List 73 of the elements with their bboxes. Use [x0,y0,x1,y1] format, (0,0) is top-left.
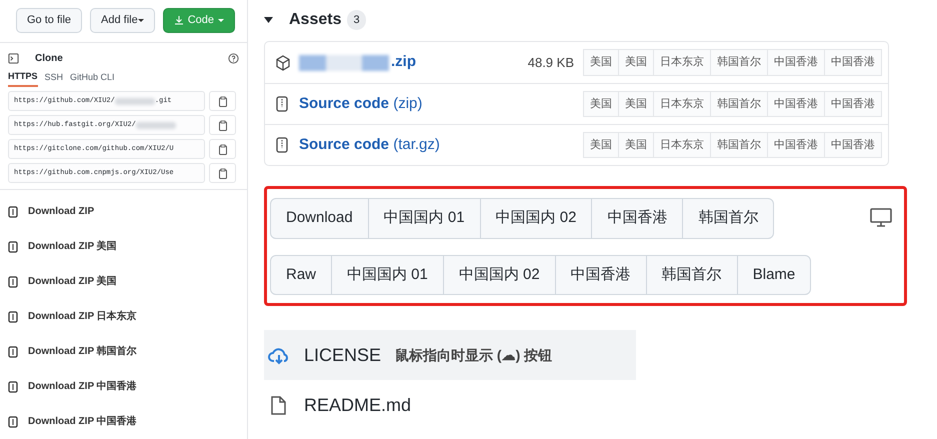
mirror-button[interactable]: 美国 [583,90,619,118]
assets-count: 3 [347,10,366,30]
file-name-link[interactable]: LICENSE [304,342,382,368]
download-icon [174,15,184,26]
clipboard-icon [218,144,228,154]
monitor-icon[interactable] [870,208,892,228]
mirror-button[interactable]: 美国 [618,132,654,158]
download-zip-link[interactable]: Download ZIP 中国香港 [28,414,137,429]
download-zip-link[interactable]: Download ZIP 美国 [28,274,117,289]
mirror-button[interactable]: 美国 [583,49,619,76]
clipboard-icon [218,120,228,130]
mirror-button[interactable]: 美国 [583,132,619,158]
clone-title: Clone [35,52,63,66]
zip-icon [8,380,18,392]
download-zip-link[interactable]: Download ZIP 美国 [28,239,117,254]
mirror-button[interactable]: 韩国首尔 [710,49,768,76]
copy-button[interactable] [209,163,236,183]
asset-link[interactable]: Source code (tar.gz) [299,134,440,156]
clipboard-icon [218,96,228,106]
toolbar-button[interactable]: Go to file [16,8,82,32]
zip-icon [8,310,18,322]
mirror-button[interactable]: 日本东京 [653,90,711,118]
download-zip-link[interactable]: Download ZIP 中国香港 [28,379,137,394]
copy-button[interactable] [209,139,236,159]
asset-link[interactable]: Source code (zip) [299,92,422,116]
terminal-icon [8,52,19,64]
mirror-button[interactable]: 中国香港 [767,132,825,158]
copy-button[interactable] [209,91,236,111]
file-button[interactable]: 韩国首尔 [682,198,774,238]
mirror-button[interactable]: 美国 [618,49,654,76]
mirror-button[interactable]: 中国香港 [824,132,882,158]
cloud-download-icon[interactable] [268,346,290,364]
file-button[interactable]: 中国香港 [554,254,647,295]
zip-icon [8,276,18,288]
mirror-button[interactable]: 韩国首尔 [710,132,768,158]
zip-icon [8,346,18,358]
caret-icon[interactable] [264,17,273,23]
copy-button[interactable] [209,115,236,135]
hint-text: 鼠标指向时显示 (☁) 按钮 [395,346,552,365]
download-zip-link[interactable]: Download ZIP 日本东京 [28,309,137,324]
help-icon[interactable] [228,52,239,64]
zip-icon [8,240,18,252]
mirror-button[interactable]: 中国香港 [824,90,882,118]
clone-tab[interactable]: SSH [44,70,64,87]
download-zip-link[interactable]: Download ZIP [28,204,94,219]
asset-link[interactable]: .zip [391,51,416,74]
clone-tab[interactable]: HTTPS [8,70,38,87]
file-name-link[interactable]: README.md [304,392,412,418]
zip-icon [8,206,18,218]
zip-icon [8,416,18,428]
file-size: 48.9 KB [528,54,574,72]
mirror-button[interactable]: 中国香港 [767,90,825,118]
file-button[interactable]: 中国国内 01 [331,254,444,295]
mirror-button[interactable]: 美国 [618,90,654,118]
file-button[interactable]: Raw [270,254,332,295]
mirror-button[interactable]: 中国香港 [824,49,882,76]
file-button[interactable]: 中国国内 02 [442,254,556,295]
file-button[interactable]: Blame [736,254,812,295]
toolbar-button[interactable]: Add file [90,8,155,32]
clipboard-icon [218,168,228,178]
mirror-button[interactable]: 日本东京 [653,132,711,158]
file-button[interactable]: 中国国内 01 [368,198,481,238]
file-button[interactable]: 中国香港 [591,198,684,238]
mirror-button[interactable]: 中国香港 [767,49,825,76]
file-button[interactable]: 韩国首尔 [646,254,738,295]
assets-title: Assets [289,10,342,30]
mirror-button[interactable]: 日本东京 [653,49,711,76]
download-zip-link[interactable]: Download ZIP 韩国首尔 [28,344,137,359]
mirror-button[interactable]: 韩国首尔 [710,90,768,118]
clone-tab[interactable]: GitHub CLI [70,70,115,87]
package-icon [275,54,291,70]
file-button[interactable]: Download [270,198,369,238]
file-button[interactable]: 中国国内 02 [480,198,592,238]
